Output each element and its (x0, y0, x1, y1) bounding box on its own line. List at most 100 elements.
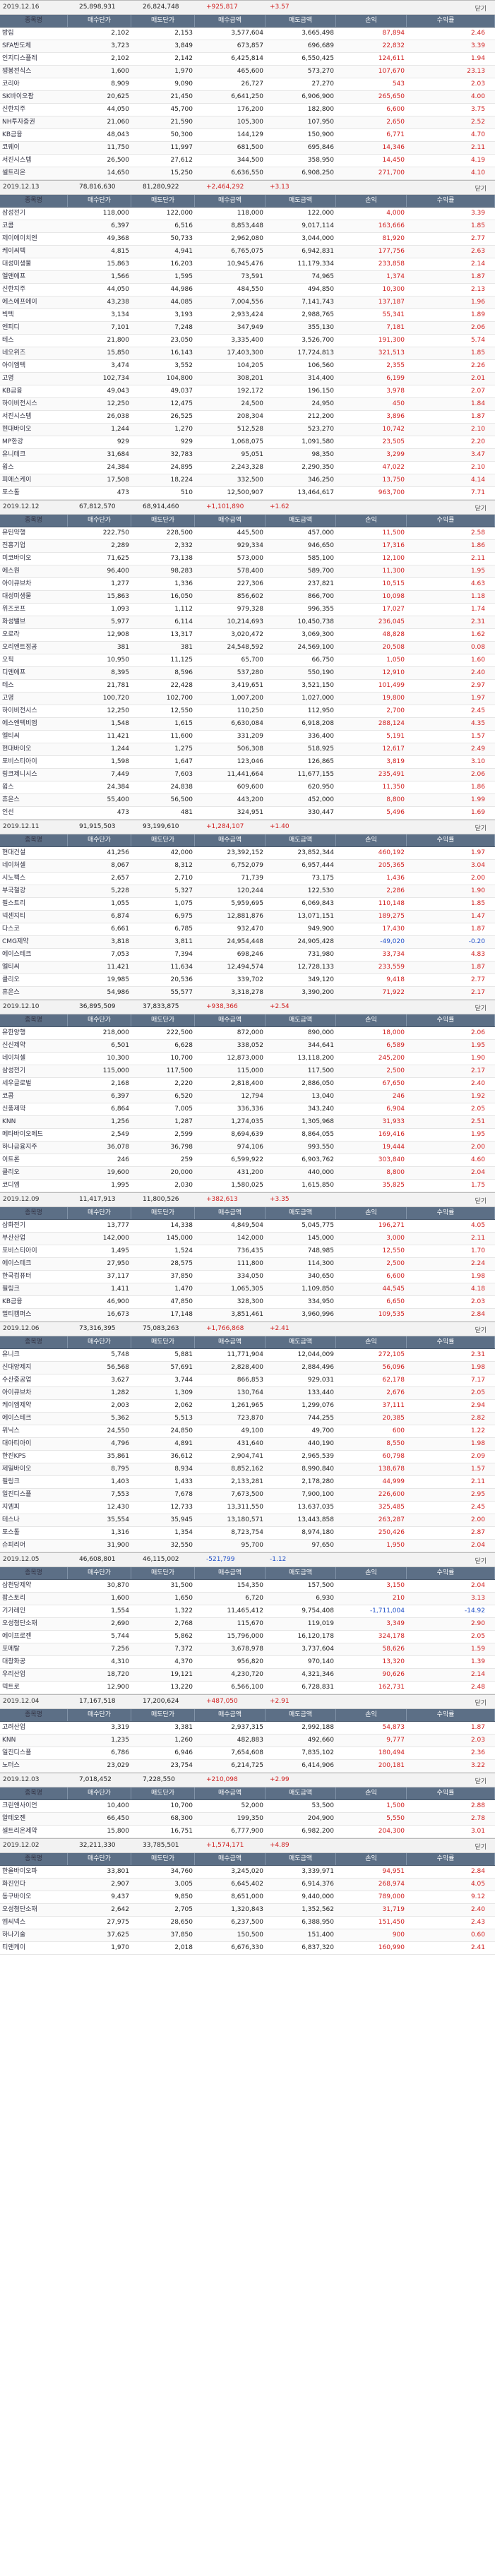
table-row[interactable]: 코웨이 11,750 11,997 681,500 695,846 14,346 2.11 (0, 142, 495, 155)
table-row[interactable]: 하이비전시스 12,250 12,550 110,250 112,950 2,700 2.4… (0, 705, 495, 718)
table-row[interactable]: 기가레인 1,554 1,322 11,465,412 9,754,408 -1,711,… (0, 1605, 495, 1618)
table-row[interactable]: 필링크 1,403 1,433 2,133,281 2,178,280 44,999 2.1… (0, 1476, 495, 1489)
table-row[interactable]: 필스트리 1,055 1,075 5,959,695 6,069,843 110,148 1… (0, 898, 495, 911)
table-row[interactable]: 한올바이오파 33,801 34,760 3,245,020 3,339,971 94,9… (0, 1866, 495, 1879)
table-row[interactable]: 부산산업 142,000 145,000 142,000 145,000 3,000 2.1… (0, 1233, 495, 1245)
table-row[interactable]: 삼화전기 13,777 14,338 4,849,504 5,045,775 196,27… (0, 1220, 495, 1233)
table-row[interactable]: 삼천당제약 30,870 31,500 154,350 157,500 3,150 2.04 (0, 1580, 495, 1593)
table-row[interactable]: 코콤 6,397 6,520 12,794 13,040 246 1.92 (0, 1091, 495, 1103)
table-row[interactable]: 쟁봉전식스 1,600 1,970 465,600 573,270 107,670 23.1… (0, 66, 495, 78)
table-row[interactable]: 네이처셀 8,067 8,312 6,752,079 6,957,444 205,365 3… (0, 860, 495, 873)
table-row[interactable]: 휴온스 55,400 56,500 443,200 452,000 8,800 1.99 (0, 794, 495, 807)
table-row[interactable]: 미코바이오 71,625 73,138 573,000 585,100 12,100 2.1… (0, 553, 495, 565)
close-button[interactable]: 닫기 (475, 4, 487, 13)
table-row[interactable]: 엘티씨 11,421 11,600 331,209 336,400 5,191 1.57 (0, 731, 495, 743)
close-button[interactable]: 닫기 (475, 503, 487, 513)
table-row[interactable]: 덱트로 12,900 13,220 6,566,100 6,728,831 162,731… (0, 1682, 495, 1694)
table-row[interactable]: 에이스테크 7,053 7,394 698,246 731,980 33,734 4.83 (0, 949, 495, 961)
table-row[interactable]: 코디엠 1,995 2,030 1,580,025 1,615,850 35,825 1.7… (0, 1180, 495, 1192)
table-row[interactable]: 아이큐브차 1,277 1,336 227,306 237,821 10,515 4.63 (0, 578, 495, 591)
table-row[interactable]: 오성첨단소재 2,642 2,705 1,320,843 1,352,562 31,719… (0, 1904, 495, 1917)
table-row[interactable]: 에이스테크 27,950 28,575 111,800 114,300 2,500 2.24 (0, 1258, 495, 1271)
table-row[interactable]: 팜스토리 1,600 1,650 6,720 6,930 210 3.13 (0, 1593, 495, 1605)
table-row[interactable]: 대아티아이 4,796 4,891 431,640 440,190 8,550 1.98 (0, 1438, 495, 1451)
table-row[interactable]: 휴온스 54,986 55,577 3,318,278 3,390,200 71,922 2… (0, 987, 495, 1000)
table-row[interactable]: 다스코 6,661 6,785 932,470 949,900 17,430 1.87 (0, 923, 495, 936)
table-row[interactable]: 세우글로벌 2,168 2,220 2,818,400 2,886,050 67,650 2… (0, 1078, 495, 1091)
table-row[interactable]: 화성밸브 5,977 6,114 10,214,693 10,450,738 236,04… (0, 616, 495, 629)
close-button[interactable]: 닫기 (475, 1556, 487, 1565)
table-row[interactable]: 엘티씨 11,421 11,634 12,494,574 12,728,133 233,5… (0, 961, 495, 974)
table-row[interactable]: 제일바이오 8,795 8,934 8,852,162 8,990,840 138,678… (0, 1463, 495, 1476)
table-row[interactable]: KNN 1,235 1,260 482,883 492,660 9,777 2.03 (0, 1735, 495, 1747)
table-row[interactable]: 포스톨 1,316 1,354 8,723,754 8,974,180 250,426 2.… (0, 1527, 495, 1540)
close-button[interactable]: 닫기 (475, 1776, 487, 1785)
table-row[interactable]: 포메탈 7,256 7,372 3,678,978 3,737,604 58,626 1.5… (0, 1643, 495, 1656)
table-row[interactable]: 엘앤에프 1,566 1,595 73,591 74,965 1,374 1.87 (0, 271, 495, 284)
table-row[interactable]: KB금융 49,043 49,037 192,172 196,150 3,978 2.07 (0, 385, 495, 398)
table-row[interactable]: 한진KPS 35,861 36,612 2,904,741 2,965,539 60,79… (0, 1451, 495, 1463)
table-row[interactable]: 에스원 96,400 98,283 578,400 589,700 11,300 1.95 (0, 565, 495, 578)
table-row[interactable]: 빅텍 3,134 3,193 2,933,424 2,988,765 55,341 1.89 (0, 309, 495, 322)
table-row[interactable]: 테스 21,800 23,050 3,335,400 3,526,700 191,300 5… (0, 335, 495, 347)
table-row[interactable]: 유니테크 31,684 32,783 95,051 98,350 3,299 3.47 (0, 449, 495, 462)
table-row[interactable]: 엠씨넥스 27,975 28,650 6,237,500 6,388,950 151,45… (0, 1917, 495, 1929)
table-row[interactable]: 대성미생물 15,863 16,050 856,602 866,700 10,098 1.1… (0, 591, 495, 604)
table-row[interactable]: 크린앤사이언 10,400 10,700 52,000 53,500 1,500 2.88 (0, 1800, 495, 1813)
table-row[interactable]: 우리산업 18,720 19,121 4,230,720 4,321,346 90,626… (0, 1669, 495, 1682)
table-row[interactable]: KB금융 46,900 47,850 328,300 334,950 6,650 2.03 (0, 1296, 495, 1309)
table-row[interactable]: 포스톨 473 510 12,500,907 13,464,617 963,700 7.71 (0, 487, 495, 500)
table-row[interactable]: 고영 100,720 102,700 1,007,200 1,027,000 19,800… (0, 693, 495, 705)
table-row[interactable]: 에이프로젠 5,744 5,862 15,796,000 16,120,178 324,1… (0, 1631, 495, 1643)
table-row[interactable]: KB금융 48,043 50,300 144,129 150,900 6,771 4.70 (0, 129, 495, 142)
table-row[interactable]: 서진시스템 26,500 27,612 344,500 358,950 14,450 4.1… (0, 155, 495, 167)
table-row[interactable]: 셀트리온제약 15,800 16,751 6,777,900 6,982,200 204,… (0, 1826, 495, 1838)
table-row[interactable]: MP한강 929 929 1,068,075 1,091,580 23,505 2.20 (0, 436, 495, 449)
table-row[interactable]: 유틴약행 222,750 228,500 445,500 457,000 11,500 2.… (0, 527, 495, 540)
table-row[interactable]: 인선 473 481 324,951 330,447 5,496 1.69 (0, 807, 495, 820)
table-row[interactable]: 네이처셀 10,300 10,700 12,873,000 13,118,200 245,… (0, 1053, 495, 1065)
table-row[interactable]: 위즈코프 1,093 1,112 979,328 996,355 17,027 1.74 (0, 604, 495, 616)
table-row[interactable]: 현대바이오 1,244 1,275 506,308 518,925 12,617 2.49 (0, 743, 495, 756)
close-button[interactable]: 닫기 (475, 184, 487, 193)
table-row[interactable]: 방림 2,102 2,153 3,577,604 3,665,498 87,894 2.46 (0, 28, 495, 40)
table-row[interactable]: 오로라 12,908 13,317 3,020,472 3,069,300 48,828 1… (0, 629, 495, 642)
table-row[interactable]: 코리아 8,909 9,090 26,727 27,270 543 2.03 (0, 78, 495, 91)
table-row[interactable]: 에스엔텍비엠 1,548 1,615 6,630,084 6,918,208 288,12… (0, 718, 495, 731)
table-row[interactable]: 테스 21,781 22,428 3,419,651 3,521,150 101,499 2… (0, 680, 495, 693)
table-row[interactable]: 클리오 19,985 20,536 339,702 349,120 9,418 2.77 (0, 974, 495, 987)
table-row[interactable]: 고영 102,734 104,800 308,201 314,400 6,199 2.01 (0, 373, 495, 385)
close-button[interactable]: 닫기 (475, 1842, 487, 1851)
table-row[interactable]: 현대건설 41,256 42,000 23,392,152 23,852,344 460,… (0, 847, 495, 860)
table-row[interactable]: 신신제약 6,501 6,628 338,052 344,641 6,589 1.95 (0, 1040, 495, 1053)
table-row[interactable]: 에스에프에이 43,238 44,085 7,004,556 7,141,743 137,… (0, 296, 495, 309)
table-row[interactable]: 메타바이오메드 2,549 2,599 8,694,639 8,864,055 169,4… (0, 1129, 495, 1142)
table-row[interactable]: 알테오젠 66,450 68,300 199,350 204,900 5,550 2.78 (0, 1813, 495, 1826)
table-row[interactable]: 윕스 24,384 24,895 2,243,328 2,290,350 47,022 2.… (0, 462, 495, 474)
table-row[interactable]: 신대양제지 56,568 57,691 2,828,400 2,884,496 56,09… (0, 1362, 495, 1374)
table-row[interactable]: 삼성전기 115,000 117,500 115,000 117,500 2,500 2.1… (0, 1065, 495, 1078)
table-row[interactable]: 케이엠제약 2,003 2,062 1,261,965 1,299,076 37,111 2… (0, 1400, 495, 1413)
table-row[interactable]: 신한지주 44,050 44,986 484,550 494,850 10,300 2.13 (0, 284, 495, 296)
table-row[interactable]: 아이엠텍 3,474 3,552 104,205 106,560 2,355 2.26 (0, 360, 495, 373)
table-row[interactable]: 오픽 10,950 11,125 65,700 66,750 1,050 1.60 (0, 654, 495, 667)
table-row[interactable]: 삼성전기 118,000 122,000 118,000 122,000 4,000 3.3… (0, 208, 495, 220)
table-row[interactable]: 포비스티아이 1,495 1,524 736,435 748,985 12,550 1.70 (0, 1245, 495, 1258)
table-row[interactable]: SFA반도체 3,723 3,849 673,857 696,689 22,832 3.39 (0, 40, 495, 53)
table-row[interactable]: 피에스케이 17,508 18,224 332,500 346,250 13,750 4.1… (0, 474, 495, 487)
table-row[interactable]: 대창화공 4,310 4,370 956,820 970,140 13,320 1.39 (0, 1656, 495, 1669)
table-row[interactable]: 아이큐브차 1,282 1,309 130,764 133,440 2,676 2.05 (0, 1387, 495, 1400)
table-row[interactable]: 오성첨단소재 2,690 2,768 115,670 119,019 3,349 2.90 (0, 1618, 495, 1631)
table-row[interactable]: 이트론 246 259 6,599,922 6,903,762 303,840 4.60 (0, 1154, 495, 1167)
table-row[interactable]: 지엠피 12,430 12,733 13,311,550 13,637,035 325,4… (0, 1502, 495, 1514)
table-row[interactable]: 현대바이오 1,244 1,270 512,528 523,270 10,742 2.10 (0, 424, 495, 436)
table-row[interactable]: 화진인다 2,907 3,005 6,645,402 6,914,376 268,974 4… (0, 1879, 495, 1891)
table-row[interactable]: 진흥기업 2,289 2,332 929,334 946,650 17,316 1.86 (0, 540, 495, 553)
table-row[interactable]: 케이씨텍 4,815 4,941 6,765,075 6,942,831 177,756 2… (0, 246, 495, 258)
table-row[interactable]: 포비스티아이 1,598 1,647 123,046 126,865 3,819 3.10 (0, 756, 495, 769)
table-row[interactable]: 한국컴퓨터 37,117 37,850 334,050 340,650 6,600 1.98 (0, 1271, 495, 1283)
table-row[interactable]: 하나금융지주 36,078 36,798 974,106 993,550 19,444 2.… (0, 1142, 495, 1154)
close-button[interactable]: 닫기 (475, 1698, 487, 1707)
table-row[interactable]: 제이에이치엔 49,368 50,733 2,962,080 3,044,000 81,9… (0, 233, 495, 246)
table-row[interactable]: SK바이오팜 20,625 21,450 6,641,250 6,906,900 265,… (0, 91, 495, 104)
